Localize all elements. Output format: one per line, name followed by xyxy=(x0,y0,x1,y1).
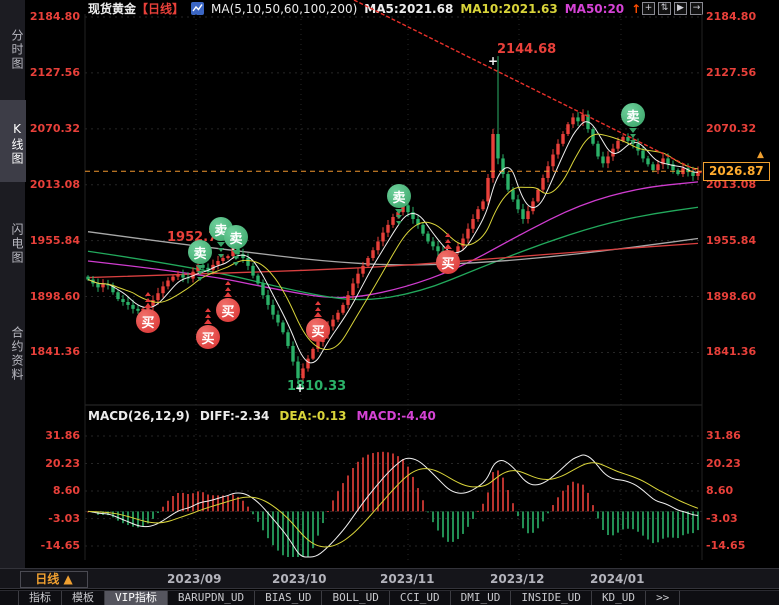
indicator-tab-BARUPDN_UD[interactable]: BARUPDN_UD xyxy=(168,591,255,605)
indicator-tab-BOLL_UD[interactable]: BOLL_UD xyxy=(322,591,389,605)
date-label: 2023/11 xyxy=(380,572,434,586)
date-label: 2024/01 xyxy=(590,572,644,586)
indicator-tab-模板[interactable]: 模板 xyxy=(62,591,105,605)
macd-header: MACD(26,12,9) DIFF:-2.34 DEA:-0.13 MACD:… xyxy=(88,409,436,423)
indicator-tab->>[interactable]: >> xyxy=(646,591,680,605)
current-price-tag: 2026.87 xyxy=(703,162,770,181)
indicator-tab-BIAS_UD[interactable]: BIAS_UD xyxy=(255,591,322,605)
candles-layer xyxy=(86,56,699,383)
ma-line-MA100 xyxy=(88,232,698,265)
macd-diff-value: DIFF:-2.34 xyxy=(200,409,270,423)
date-label: 2023/12 xyxy=(490,572,544,586)
date-label: 2023/09 xyxy=(167,572,221,586)
indicator-tab-DMI_UD[interactable]: DMI_UD xyxy=(451,591,512,605)
indicator-tab-INSIDE_UD[interactable]: INSIDE_UD xyxy=(511,591,592,605)
indicator-tab-KD_UD[interactable]: KD_UD xyxy=(592,591,646,605)
price-arrow-icon: ▲ xyxy=(757,150,764,160)
date-axis-bar: 日线 ▲ 2023/09 2023/10 2023/11 2023/12 2024/01 xyxy=(0,568,779,589)
candlestick-chart[interactable] xyxy=(0,0,779,605)
date-label: 2023/10 xyxy=(272,572,326,586)
period-up-triangle-icon: ▲ xyxy=(63,572,72,586)
indicator-tab-VIP指标[interactable]: VIP指标 xyxy=(105,591,168,605)
macd-macd-value: MACD:-4.40 xyxy=(356,409,435,423)
macd-formula: MACD(26,12,9) xyxy=(88,409,190,423)
macd-dea-value: DEA:-0.13 xyxy=(279,409,346,423)
period-label: 日线 xyxy=(35,572,59,586)
ma-line-MA50 xyxy=(88,182,698,298)
ma-line-MA10 xyxy=(88,134,698,349)
period-selector[interactable]: 日线 ▲ xyxy=(20,571,88,588)
indicator-tab-CCI_UD[interactable]: CCI_UD xyxy=(390,591,451,605)
indicator-tab-指标[interactable]: 指标 xyxy=(18,591,62,605)
indicator-tab-bar: 指标模板VIP指标BARUPDN_UDBIAS_UDBOLL_UDCCI_UDD… xyxy=(0,590,779,605)
trading-app-window: 分时图K线图闪电图合约资料 现货黄金【日线】 MA(5,10,50,60,100… xyxy=(0,0,779,605)
